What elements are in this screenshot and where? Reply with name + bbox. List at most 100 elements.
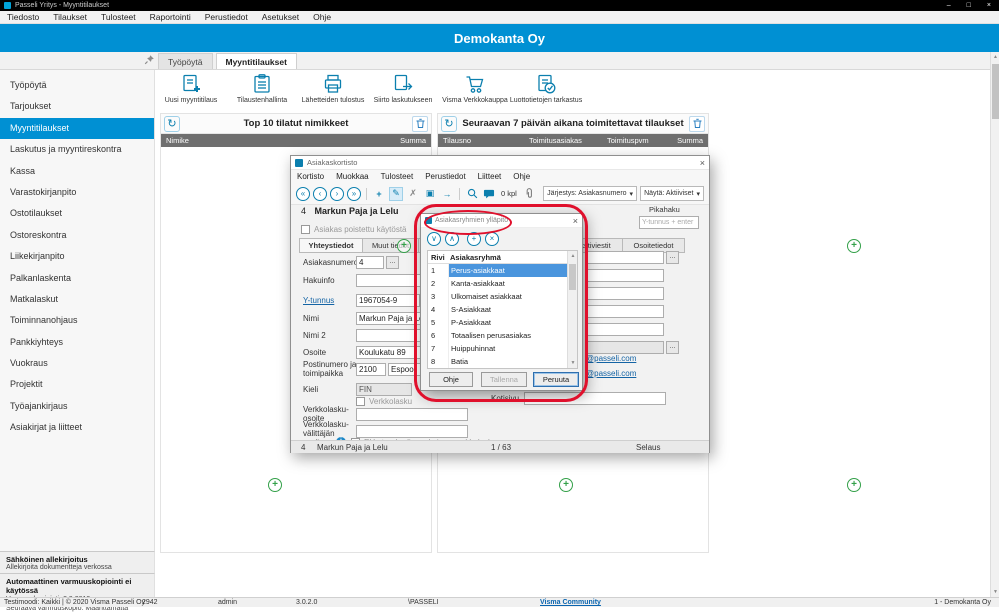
add-record-icon[interactable]: + xyxy=(372,187,386,201)
email-link[interactable]: @passeli.com xyxy=(586,354,636,363)
tab-myyntitilaukset[interactable]: Myyntitilaukset xyxy=(216,53,297,69)
group-row[interactable]: 2 Kanta-asiakkaat xyxy=(428,277,577,290)
menu-tulosteet[interactable]: Tulosteet xyxy=(375,172,420,181)
group-row[interactable]: 8 Batia xyxy=(428,355,577,368)
contact-input[interactable] xyxy=(586,269,664,282)
menu-perustiedot[interactable]: Perustiedot xyxy=(198,12,255,22)
tab-yhteystiedot[interactable]: Yhteystiedot xyxy=(299,238,363,253)
postinumero-input[interactable] xyxy=(356,363,386,376)
nav-next-icon[interactable]: › xyxy=(330,187,344,201)
group-row[interactable]: 3 Ulkomaiset asiakkaat xyxy=(428,290,577,303)
menu-liitteet[interactable]: Liitteet xyxy=(472,172,508,181)
tab-tyopoyta[interactable]: Työpöytä xyxy=(158,53,213,69)
move-down-icon[interactable]: ∨ xyxy=(427,232,441,246)
scroll-up-icon[interactable]: ▲ xyxy=(568,253,578,259)
menu-raportointi[interactable]: Raportointi xyxy=(143,12,198,22)
verkkolasku-checkbox[interactable] xyxy=(356,397,365,406)
verkkolaskuosoite-input[interactable] xyxy=(356,408,468,421)
transfer-record-icon[interactable]: → xyxy=(440,187,454,201)
group-list-scrollbar[interactable]: ▲ ▼ xyxy=(567,251,577,368)
inactive-checkbox[interactable] xyxy=(301,225,310,234)
action-uusi-myyntitilaus[interactable]: Uusi myyntitilaus xyxy=(155,73,227,104)
cancel-button[interactable]: Peruuta xyxy=(533,372,579,387)
scroll-down-icon[interactable]: ▼ xyxy=(991,589,999,595)
group-input[interactable] xyxy=(586,251,664,264)
menu-muokkaa[interactable]: Muokkaa xyxy=(330,172,374,181)
maximize-icon[interactable]: □ xyxy=(967,2,971,9)
notice-backup[interactable]: Automaattinen varmuuskopiointi ei käytös… xyxy=(0,573,155,597)
menu-asetukset[interactable]: Asetukset xyxy=(255,12,306,22)
group-window-titlebar[interactable]: Asiakasryhmien ylläpito × xyxy=(421,214,582,228)
help-button[interactable]: Ohje xyxy=(429,372,473,387)
scroll-up-icon[interactable]: ▲ xyxy=(991,54,999,60)
contact-input[interactable] xyxy=(586,305,664,318)
menu-tulosteet[interactable]: Tulosteet xyxy=(94,12,143,22)
menu-kortisto[interactable]: Kortisto xyxy=(291,172,330,181)
sidebar-item-myyntitilaukset[interactable]: Myyntitilaukset xyxy=(0,118,154,139)
menu-ohje[interactable]: Ohje xyxy=(507,172,536,181)
menu-tiedosto[interactable]: Tiedosto xyxy=(0,12,46,22)
sidebar-item-vuokraus[interactable]: Vuokraus xyxy=(0,353,154,374)
ytunnus-input[interactable] xyxy=(356,294,420,307)
sidebar-item-kassa[interactable]: Kassa xyxy=(0,161,154,182)
group-row[interactable]: 7 Huippuhinnat xyxy=(428,342,577,355)
refresh-icon[interactable]: ↻ xyxy=(164,116,180,132)
sidebar-item-tyopoyta[interactable]: Työpöytä xyxy=(0,75,154,96)
group-row[interactable]: 1 Perus-asiakkaat xyxy=(428,264,577,277)
nav-first-icon[interactable]: « xyxy=(296,187,310,201)
scrollbar-thumb[interactable] xyxy=(569,264,576,290)
sidebar-item-ostoreskontra[interactable]: Ostoreskontra xyxy=(0,225,154,246)
action-luottotietojen-tarkastus[interactable]: Luottotietojen tarkastus xyxy=(510,73,582,104)
customer-window-titlebar[interactable]: Asiakaskortisto × xyxy=(291,156,709,170)
sidebar-item-laskutus[interactable]: Laskutus ja myyntireskontra xyxy=(0,139,154,160)
sidebar-item-toiminnanohjaus[interactable]: Toiminnanohjaus xyxy=(0,310,154,331)
sidebar-item-tarjoukset[interactable]: Tarjoukset xyxy=(0,96,154,117)
action-lahetteiden-tulostus[interactable]: Lähetteiden tulostus xyxy=(297,73,369,104)
trash-icon[interactable] xyxy=(689,116,705,132)
sidebar-item-ostotilaukset[interactable]: Ostotilaukset xyxy=(0,203,154,224)
scrollbar-thumb[interactable] xyxy=(992,64,999,119)
sidebar-item-matkalaskut[interactable]: Matkalaskut xyxy=(0,289,154,310)
action-tilaustenhallinta[interactable]: Tilaustenhallinta xyxy=(226,73,298,104)
sidebar-item-pankkiyhteys[interactable]: Pankkiyhteys xyxy=(0,332,154,353)
ytunnus-link-label[interactable]: Y-tunnus xyxy=(303,296,355,305)
add-row-icon[interactable]: + xyxy=(467,232,481,246)
sidebar-item-palkanlaskenta[interactable]: Palkanlaskenta xyxy=(0,268,154,289)
minimize-icon[interactable]: – xyxy=(947,2,951,9)
group-row[interactable]: 5 P-Asiakkaat xyxy=(428,316,577,329)
verkkolasku-valittaja-input[interactable] xyxy=(356,425,468,438)
scroll-down-icon[interactable]: ▼ xyxy=(568,360,578,366)
close-icon[interactable]: × xyxy=(987,2,991,9)
trash-icon[interactable] xyxy=(412,116,428,132)
sidebar-item-asiakirjat[interactable]: Asiakirjat ja liitteet xyxy=(0,417,154,438)
asiakasnumero-input[interactable] xyxy=(356,256,384,269)
order-dropdown[interactable]: Järjestys: Asiakasnumero ▾ xyxy=(543,186,637,201)
visma-community-link[interactable]: Visma Community xyxy=(540,599,601,606)
edit-record-icon[interactable]: ✎ xyxy=(389,187,403,201)
nav-last-icon[interactable]: » xyxy=(347,187,361,201)
contact-input[interactable] xyxy=(586,287,664,300)
menu-ohje[interactable]: Ohje xyxy=(306,12,338,22)
nav-prev-icon[interactable]: ‹ xyxy=(313,187,327,201)
email-link[interactable]: @passeli.com xyxy=(586,369,636,378)
action-visma-verkkokauppa[interactable]: Visma Verkkokauppa xyxy=(439,73,511,104)
kotisivu-input[interactable] xyxy=(524,392,666,405)
asiakasnumero-browse-button[interactable]: ... xyxy=(386,256,399,269)
pin-icon[interactable] xyxy=(144,54,155,67)
sidebar-item-liikekirjanpito[interactable]: Liikekirjanpito xyxy=(0,246,154,267)
browse-button[interactable]: ... xyxy=(666,341,679,354)
group-row[interactable]: 6 Totaalisen perusasiakas xyxy=(428,329,577,342)
contact-input[interactable] xyxy=(586,323,664,336)
sidebar-item-projektit[interactable]: Projektit xyxy=(0,374,154,395)
menu-tilaukset[interactable]: Tilaukset xyxy=(46,12,94,22)
move-up-icon[interactable]: ∧ xyxy=(445,232,459,246)
show-dropdown[interactable]: Näytä: Aktiiviset ▾ xyxy=(640,186,704,201)
refresh-icon[interactable]: ↻ xyxy=(441,116,457,132)
quick-search-input[interactable] xyxy=(639,216,699,229)
close-icon[interactable]: × xyxy=(700,158,705,168)
close-icon[interactable]: × xyxy=(573,216,578,226)
action-siirto-laskutukseen[interactable]: Siirto laskutukseen xyxy=(367,73,439,104)
group-row[interactable]: 4 S-Asiakkaat xyxy=(428,303,577,316)
attachment-icon[interactable] xyxy=(522,187,536,201)
sidebar-item-varastokirjanpito[interactable]: Varastokirjanpito xyxy=(0,182,154,203)
